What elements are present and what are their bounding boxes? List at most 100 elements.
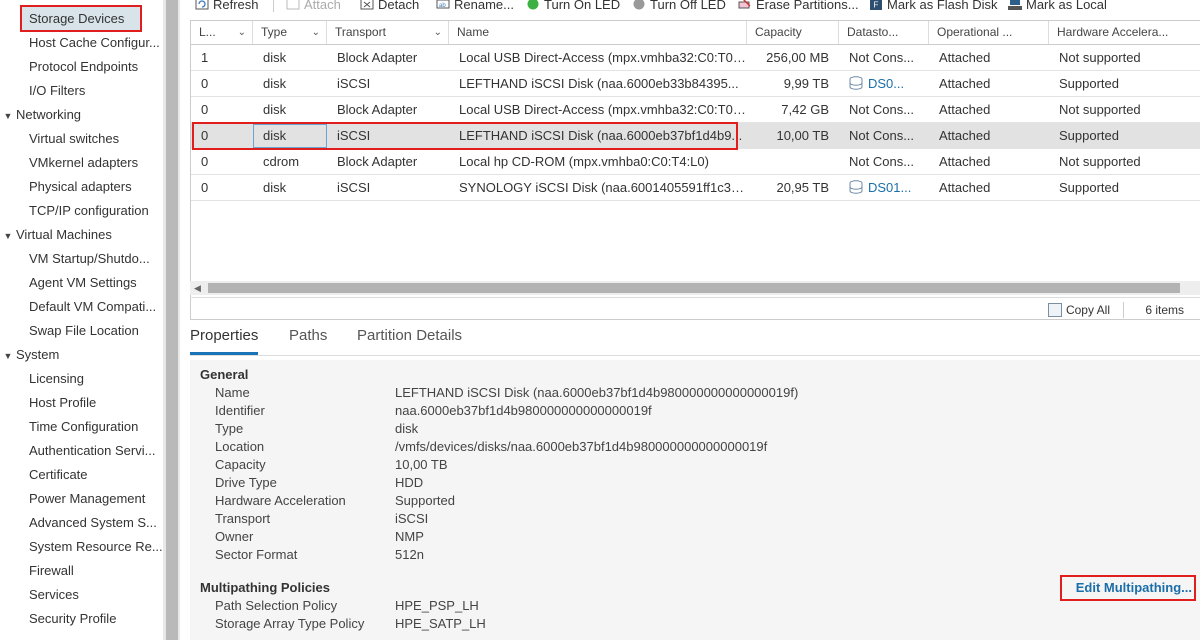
tab-paths[interactable]: Paths — [289, 322, 327, 355]
detach-button[interactable]: Detach — [360, 0, 419, 13]
cell-hw_accel: Not supported — [1059, 102, 1141, 117]
chevron-down-icon[interactable]: ⌄ — [238, 21, 246, 44]
sidebar-item-i-o-filters[interactable]: I/O Filters — [29, 79, 163, 103]
cell-name: Local hp CD-ROM (mpx.vmhba0:C0:T4:L0) — [459, 154, 709, 169]
chevron-down-icon[interactable]: ⌄ — [312, 21, 320, 44]
mark-local-label: Mark as Local — [1026, 0, 1107, 12]
sidebar-item-tcp-ip-configuration[interactable]: TCP/IP configuration — [29, 199, 163, 223]
property-value: 10,00 TB — [395, 457, 448, 472]
sidebar-item-services[interactable]: Services — [29, 583, 163, 607]
column-header-0[interactable]: L... ⌄ — [191, 21, 253, 44]
cell-hw_accel: Supported — [1059, 180, 1119, 195]
property-value: LEFTHAND iSCSI Disk (naa.6000eb37bf1d4b9… — [395, 385, 799, 400]
sidebar-group-virtual-machines[interactable]: ▼ Virtual Machines — [0, 223, 112, 247]
tab-partition-details[interactable]: Partition Details — [357, 322, 462, 355]
turn-off-led-button[interactable]: Turn Off LED — [632, 0, 726, 13]
cell-hw_accel: Supported — [1059, 76, 1119, 91]
tab-properties[interactable]: Properties — [190, 322, 259, 355]
sidebar-group-system[interactable]: ▼ System — [0, 343, 60, 368]
sidebar-item-system-resource-re[interactable]: System Resource Re... — [29, 535, 163, 559]
rename-button[interactable]: ab Rename... — [436, 0, 514, 13]
column-header-4[interactable]: Capacity — [747, 21, 839, 44]
sidebar-item-host-cache-configur[interactable]: Host Cache Configur... — [29, 31, 163, 55]
column-header-1[interactable]: Type ⌄ — [253, 21, 327, 44]
column-header-label: Datasto... — [847, 25, 899, 39]
caret-down-icon[interactable]: ▼ — [0, 104, 16, 128]
datastore-icon — [849, 180, 863, 194]
toolbar-separator — [273, 0, 274, 12]
sidebar-item-swap-file-location[interactable]: Swap File Location — [29, 319, 163, 343]
copy-all-button[interactable]: Copy All — [1047, 301, 1110, 319]
table-row[interactable]: 0 cdrom Block Adapter Local hp CD-ROM (mpx.… — [191, 149, 1200, 175]
property-label: Transport — [215, 511, 271, 526]
table-row[interactable]: 0 disk iSCSI LEFTHAND iSCSI Disk (naa.6000e… — [191, 71, 1200, 97]
column-header-3[interactable]: Name — [449, 21, 747, 44]
refresh-label: Refresh — [213, 0, 259, 12]
sidebar-item-security-profile[interactable]: Security Profile — [29, 607, 163, 631]
cell-capacity: 10,00 TB — [776, 128, 829, 143]
grid-horizontal-scrollbar[interactable]: ◀ — [190, 281, 1200, 295]
cell-lun: 0 — [201, 102, 209, 117]
sidebar-item-host-profile[interactable]: Host Profile — [29, 391, 163, 415]
sidebar-item-agent-vm-settings[interactable]: Agent VM Settings — [29, 271, 163, 295]
sidebar-item-firewall[interactable]: Firewall — [29, 559, 163, 583]
led-on-icon — [527, 0, 539, 10]
refresh-button[interactable]: Refresh — [195, 0, 259, 13]
property-label: Owner — [215, 529, 254, 544]
column-header-5[interactable]: Datasto... — [839, 21, 929, 44]
cell-type: disk — [263, 180, 287, 195]
sidebar-item-time-configuration[interactable]: Time Configuration — [29, 415, 163, 439]
sidebar-item-authentication-servi[interactable]: Authentication Servi... — [29, 439, 163, 463]
svg-text:ab: ab — [439, 3, 446, 9]
table-row[interactable]: 0 disk iSCSI SYNOLOGY iSCSI Disk (naa.60014… — [191, 175, 1200, 201]
turn-on-led-button[interactable]: Turn On LED — [526, 0, 620, 13]
cell-name: SYNOLOGY iSCSI Disk (naa.6001405591ff1c3… — [459, 180, 747, 195]
column-header-6[interactable]: Operational ... — [929, 21, 1049, 44]
property-label: Location — [215, 439, 265, 454]
property-label: Hardware Acceleration — [215, 493, 346, 508]
sidebar-item-protocol-endpoints[interactable]: Protocol Endpoints — [29, 55, 163, 79]
property-label: Identifier — [215, 403, 265, 418]
datastore-link[interactable]: DS01... — [868, 180, 911, 195]
multipathing-section-title: Multipathing Policies — [200, 580, 331, 595]
sidebar-item-storage-devices[interactable]: Storage Devices — [20, 7, 140, 31]
sidebar-item-vm-startup-shutdo[interactable]: VM Startup/Shutdo... — [29, 247, 163, 271]
erase-partitions-button[interactable]: Erase Partitions... — [738, 0, 859, 13]
sidebar-item-advanced-system-s[interactable]: Advanced System S... — [29, 511, 163, 535]
sidebar-item-physical-adapters[interactable]: Physical adapters — [29, 175, 163, 199]
cell-name: LEFTHAND iSCSI Disk (naa.6000eb33b84395.… — [459, 76, 739, 91]
table-row[interactable]: 0 disk iSCSI LEFTHAND iSCSI Disk (naa.6000e… — [191, 123, 1200, 149]
cell-hw_accel: Supported — [1059, 128, 1119, 143]
multipath-label: Path Selection Policy — [215, 598, 338, 613]
caret-down-icon[interactable]: ▼ — [0, 344, 16, 368]
sidebar-group-label: System — [16, 347, 60, 362]
column-header-7[interactable]: Hardware Accelera... — [1049, 21, 1200, 44]
chevron-down-icon[interactable]: ⌄ — [434, 21, 442, 44]
rename-label: Rename... — [454, 0, 514, 12]
attach-button[interactable]: Attach — [286, 0, 341, 13]
caret-down-icon[interactable]: ▼ — [0, 224, 16, 248]
mark-flash-button[interactable]: F Mark as Flash Disk — [869, 0, 998, 13]
sidebar-item-virtual-switches[interactable]: Virtual switches — [29, 127, 163, 151]
cell-focus-outline — [253, 124, 327, 148]
cell-name: Local USB Direct-Access (mpx.vmhba32:C0:… — [459, 50, 747, 65]
scroll-left-icon[interactable]: ◀ — [194, 281, 201, 295]
grid-scrollbar-thumb[interactable] — [208, 283, 1180, 293]
cell-lun: 0 — [201, 180, 209, 195]
sidebar-item-power-management[interactable]: Power Management — [29, 487, 163, 511]
sidebar-item-default-vm-compati[interactable]: Default VM Compati... — [29, 295, 163, 319]
cell-transport: Block Adapter — [337, 50, 418, 65]
sidebar-item-vmkernel-adapters[interactable]: VMkernel adapters — [29, 151, 163, 175]
table-row[interactable]: 0 disk Block Adapter Local USB Direct-Acces… — [191, 97, 1200, 123]
datastore-link[interactable]: DS0... — [868, 76, 904, 91]
sidebar-group-networking[interactable]: ▼ Networking — [0, 103, 82, 128]
table-row[interactable]: 1 disk Block Adapter Local USB Direct-Acces… — [191, 45, 1200, 71]
column-header-2[interactable]: Transport ⌄ — [327, 21, 449, 44]
sidebar-item-certificate[interactable]: Certificate — [29, 463, 163, 487]
sidebar-scrollbar-thumb[interactable] — [166, 0, 178, 640]
grid-header: L... ⌄ Type ⌄ Transport ⌄ Name Capacity Datasto.… — [191, 21, 1200, 45]
mark-local-button[interactable]: Mark as Local — [1008, 0, 1107, 13]
sidebar-item-licensing[interactable]: Licensing — [29, 367, 163, 391]
cell-lun: 1 — [201, 50, 209, 65]
edit-multipathing-link[interactable]: Edit Multipathing... — [1076, 579, 1192, 597]
